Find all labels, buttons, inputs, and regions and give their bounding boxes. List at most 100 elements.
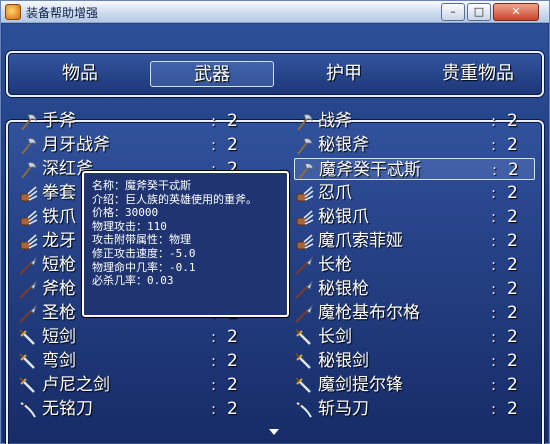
item-name: 长枪 (318, 255, 352, 275)
item-row[interactable]: 无铭刀:2 (18, 398, 268, 420)
item-separator: : (211, 328, 217, 346)
tooltip-attack: 物理攻击：110 (92, 219, 167, 233)
item-count: 2 (507, 351, 518, 371)
item-count: 2 (507, 111, 518, 131)
item-row[interactable]: 月牙战斧:2 (18, 134, 268, 156)
item-separator: : (491, 400, 497, 418)
item-count: 2 (507, 183, 518, 203)
item-row[interactable]: 忍爪:2 (294, 182, 535, 204)
title-bar[interactable]: 装备帮助增强 – □ ✕ (1, 1, 549, 23)
item-separator: : (491, 352, 497, 370)
item-name: 秘银枪 (318, 279, 369, 299)
sword-icon (18, 328, 38, 348)
item-row[interactable]: 魔斧癸干忒斯:2 (294, 158, 535, 180)
close-button[interactable]: ✕ (493, 3, 539, 21)
sword-icon (294, 352, 314, 372)
item-count: 2 (227, 351, 238, 371)
spear-icon (18, 280, 38, 300)
item-row[interactable]: 斩马刀:2 (294, 398, 535, 420)
spear-icon (294, 256, 314, 276)
item-row[interactable]: 战斧:2 (294, 110, 535, 132)
item-row[interactable]: 秘银爪:2 (294, 206, 535, 228)
tooltip-description: 介绍：巨人族的英雄使用的重斧。 (92, 192, 257, 206)
spear-icon (294, 280, 314, 300)
axe-icon (294, 136, 314, 156)
item-name: 忍爪 (318, 183, 352, 203)
claw-icon (294, 208, 314, 228)
item-count: 2 (507, 255, 518, 275)
item-count: 2 (507, 207, 518, 227)
item-name: 卢尼之剑 (42, 375, 110, 395)
item-count: 2 (227, 135, 238, 155)
item-row[interactable]: 短剑:2 (18, 326, 268, 348)
category-tabs: 物品 武器 护甲 贵重物品 (6, 51, 544, 97)
item-row[interactable]: 秘银斧:2 (294, 134, 535, 156)
item-row[interactable]: 长剑:2 (294, 326, 535, 348)
item-separator: : (491, 232, 497, 250)
item-separator: : (211, 352, 217, 370)
item-name: 月牙战斧 (42, 135, 110, 155)
game-window: 装备帮助增强 – □ ✕ 物品 武器 护甲 贵重物品 手斧:2 月牙战斧:2 深红斧… (0, 0, 550, 444)
tooltip-hit: 物理命中几率：-0.1 (92, 260, 196, 274)
claw-icon (294, 184, 314, 204)
item-name: 龙牙 (42, 231, 76, 251)
item-row[interactable]: 秘银剑:2 (294, 350, 535, 372)
sword-icon (294, 328, 314, 348)
item-name: 拳套 (42, 183, 76, 203)
item-name: 魔斧癸干忒斯 (319, 160, 421, 180)
axe-icon (18, 160, 38, 180)
axe-icon (18, 112, 38, 132)
katana-icon (18, 400, 38, 420)
item-count: 2 (227, 399, 238, 419)
item-row[interactable]: 魔爪索菲娅:2 (294, 230, 535, 252)
item-count: 2 (507, 303, 518, 323)
spear-icon (18, 304, 38, 324)
tooltip-price: 价格：30000 (92, 206, 159, 220)
tab-armor[interactable]: 护甲 (304, 61, 384, 87)
app-icon (5, 4, 21, 20)
item-row[interactable]: 魔枪基布尔格:2 (294, 302, 535, 324)
spear-icon (18, 256, 38, 276)
scroll-down-arrow-icon[interactable] (269, 429, 279, 435)
tooltip-element: 攻击附带属性：物理 (92, 233, 191, 247)
item-count: 2 (227, 111, 238, 131)
katana-icon (294, 400, 314, 420)
item-name: 短枪 (42, 255, 76, 275)
item-separator: : (491, 256, 497, 274)
item-separator: : (491, 328, 497, 346)
sword-icon (18, 376, 38, 396)
item-row[interactable]: 手斧:2 (18, 110, 268, 132)
item-row[interactable]: 卢尼之剑:2 (18, 374, 268, 396)
item-row[interactable]: 秘银枪:2 (294, 278, 535, 300)
axe-icon (18, 136, 38, 156)
item-name: 无铭刀 (42, 399, 93, 419)
item-count: 2 (507, 375, 518, 395)
item-row[interactable]: 魔剑提尔锋:2 (294, 374, 535, 396)
maximize-button[interactable]: □ (467, 3, 491, 21)
item-name: 秘银剑 (318, 351, 369, 371)
item-row[interactable]: 弯剑:2 (18, 350, 268, 372)
item-count: 2 (227, 327, 238, 347)
item-row[interactable]: 长枪:2 (294, 254, 535, 276)
item-name: 铁爪 (42, 207, 76, 227)
item-name: 弯剑 (42, 351, 76, 371)
minimize-button[interactable]: – (441, 3, 465, 21)
item-count: 2 (507, 231, 518, 251)
claw-icon (294, 232, 314, 252)
item-count: 2 (227, 375, 238, 395)
window-title: 装备帮助增强 (26, 6, 99, 20)
sword-icon (294, 376, 314, 396)
item-separator: : (492, 161, 498, 179)
tab-weapons[interactable]: 武器 (150, 61, 274, 87)
axe-icon (295, 161, 315, 181)
tooltip-crit: 必杀几率：0.03 (92, 274, 174, 288)
item-name: 圣枪 (42, 303, 76, 323)
axe-icon (294, 112, 314, 132)
tab-key-items[interactable]: 贵重物品 (416, 61, 540, 87)
item-separator: : (211, 112, 217, 130)
item-name: 斧枪 (42, 279, 76, 299)
claw-icon (18, 184, 38, 204)
sword-icon (18, 352, 38, 372)
tab-items[interactable]: 物品 (40, 61, 120, 87)
item-separator: : (491, 376, 497, 394)
